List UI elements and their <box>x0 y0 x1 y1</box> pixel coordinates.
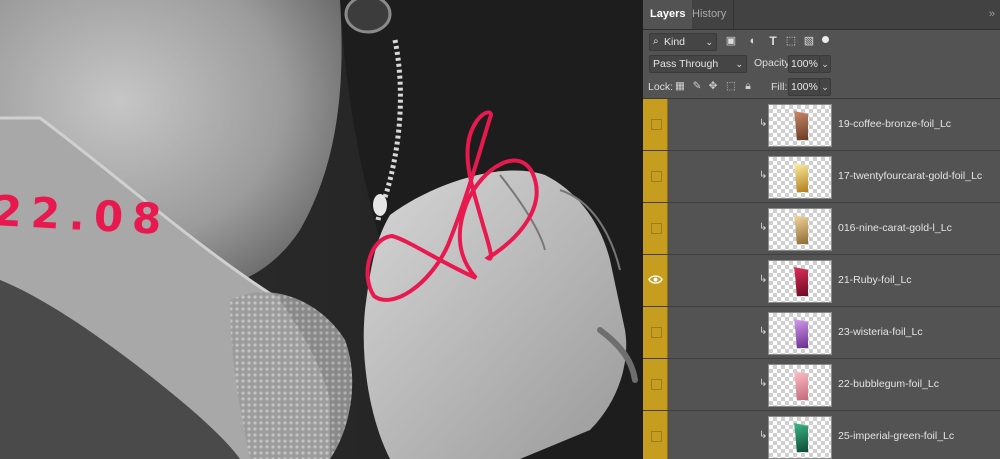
foil-swatch <box>794 371 808 400</box>
lock-pixels-icon[interactable]: ✎ <box>691 80 703 92</box>
blend-mode-value: Pass Through <box>653 58 719 70</box>
blend-row: Pass Through ⌄ Opacity: 100% ⌄ <box>643 54 1000 74</box>
layer-thumbnail[interactable] <box>768 312 832 355</box>
type-filter-icon[interactable]: T <box>767 35 779 47</box>
layer-name[interactable]: 016-nine-carat-gold-l_Lc <box>838 222 952 234</box>
visibility-empty-box-icon <box>651 171 662 182</box>
lock-label: Lock: <box>648 81 674 93</box>
date-overlay-text: 22.08 <box>0 186 172 245</box>
layer-name[interactable]: 17-twentyfourcarat-gold-foil_Lc <box>838 170 982 182</box>
smart-object-filter-icon[interactable]: ▧ <box>803 35 815 47</box>
foil-swatch <box>794 319 808 348</box>
lock-row: Lock: ▦ ✎ ✥ ⬚ 🔒︎ Fill: 100% ⌄ <box>643 76 1000 99</box>
layer-row[interactable]: ↳ 21-Ruby-foil_Lc <box>643 255 1000 307</box>
lock-position-icon[interactable]: ✥ <box>707 80 719 92</box>
layer-row[interactable]: ↳ 016-nine-carat-gold-l_Lc <box>643 203 1000 255</box>
fill-chevron-icon[interactable]: ⌄ <box>819 78 831 96</box>
layer-name[interactable]: 23-wisteria-foil_Lc <box>838 326 923 338</box>
document-canvas[interactable]: 22.08 <box>0 0 643 459</box>
kind-filter-label: Kind <box>664 36 686 48</box>
layer-visibility-toggle[interactable] <box>643 151 668 202</box>
opacity-chevron-icon[interactable]: ⌄ <box>819 55 831 73</box>
layer-thumbnail[interactable] <box>768 208 832 251</box>
lock-transparency-icon[interactable]: ▦ <box>674 80 686 92</box>
tab-history[interactable]: History <box>685 0 735 29</box>
filter-toggle-switch[interactable] <box>822 36 829 43</box>
layer-thumbnail[interactable] <box>768 416 832 459</box>
blend-mode-select[interactable]: Pass Through ⌄ <box>649 55 747 73</box>
clipping-mask-icon: ↳ <box>759 170 768 181</box>
opacity-input[interactable]: 100% <box>788 55 820 73</box>
layer-visibility-toggle[interactable] <box>643 203 668 254</box>
foil-swatch <box>794 163 808 192</box>
panel-tab-bar: Layers History » <box>643 0 1000 30</box>
layer-name[interactable]: 22-bubblegum-foil_Lc <box>838 378 939 390</box>
layer-thumbnail[interactable] <box>768 104 832 147</box>
chevron-down-icon: ⌄ <box>705 37 713 47</box>
layer-visibility-toggle[interactable] <box>643 255 668 306</box>
opacity-label: Opacity: <box>754 57 793 69</box>
layer-thumbnail[interactable] <box>768 260 832 303</box>
photoshop-window: 22.08 Layers History » ⌕ Kind ⌄ ▣ ◐ T ⬚ … <box>0 0 1000 459</box>
visibility-empty-box-icon <box>651 379 662 390</box>
adjustment-filter-icon[interactable]: ◐ <box>747 35 759 47</box>
layer-name[interactable]: 21-Ruby-foil_Lc <box>838 274 912 286</box>
visibility-empty-box-icon <box>651 327 662 338</box>
clipping-mask-icon: ↳ <box>759 118 768 129</box>
clipping-mask-icon: ↳ <box>759 326 768 337</box>
foil-swatch <box>794 215 808 244</box>
layer-row[interactable]: ↳ 22-bubblegum-foil_Lc <box>643 359 1000 411</box>
layer-row[interactable]: ↳ 19-coffee-bronze-foil_Lc <box>643 99 1000 151</box>
clipping-mask-icon: ↳ <box>759 222 768 233</box>
fill-label: Fill: <box>771 81 788 93</box>
clipping-mask-icon: ↳ <box>759 430 768 441</box>
layer-row[interactable]: ↳ 25-imperial-green-foil_Lc <box>643 411 1000 459</box>
layers-list: ↳ 19-coffee-bronze-foil_Lc ↳ 17-twentyfourc… <box>643 99 1000 459</box>
fill-input[interactable]: 100% <box>788 78 820 96</box>
image-filter-icon[interactable]: ▣ <box>725 35 737 47</box>
filter-row: ⌕ Kind ⌄ ▣ ◐ T ⬚ ▧ <box>643 30 1000 54</box>
layer-thumbnail[interactable] <box>768 364 832 407</box>
layers-panel: Layers History » ⌕ Kind ⌄ ▣ ◐ T ⬚ ▧ Pass… <box>643 0 1000 459</box>
kind-filter-select[interactable]: ⌕ Kind ⌄ <box>649 33 717 51</box>
search-icon: ⌕ <box>653 36 659 47</box>
lock-artboard-icon[interactable]: ⬚ <box>725 80 737 92</box>
foil-swatch <box>794 111 808 140</box>
lock-all-icon[interactable]: 🔒︎ <box>742 80 754 92</box>
layer-visibility-toggle[interactable] <box>643 411 668 459</box>
layer-row[interactable]: ↳ 17-twentyfourcarat-gold-foil_Lc <box>643 151 1000 203</box>
shape-filter-icon[interactable]: ⬚ <box>785 35 797 47</box>
chevron-down-icon: ⌄ <box>735 59 743 69</box>
foil-swatch <box>794 267 808 296</box>
visibility-empty-box-icon <box>651 119 662 130</box>
clipping-mask-icon: ↳ <box>759 274 768 285</box>
layer-name[interactable]: 25-imperial-green-foil_Lc <box>838 430 954 442</box>
clipping-mask-icon: ↳ <box>759 378 768 389</box>
panel-menu-icon[interactable]: » <box>989 0 995 29</box>
eye-icon <box>648 275 663 284</box>
layer-name[interactable]: 19-coffee-bronze-foil_Lc <box>838 118 951 130</box>
layer-visibility-toggle[interactable] <box>643 359 668 410</box>
layer-thumbnail[interactable] <box>768 156 832 199</box>
foil-swatch <box>794 423 808 452</box>
visibility-empty-box-icon <box>651 431 662 442</box>
layer-visibility-toggle[interactable] <box>643 307 668 358</box>
layer-row[interactable]: ↳ 23-wisteria-foil_Lc <box>643 307 1000 359</box>
layer-visibility-toggle[interactable] <box>643 99 668 150</box>
visibility-empty-box-icon <box>651 223 662 234</box>
